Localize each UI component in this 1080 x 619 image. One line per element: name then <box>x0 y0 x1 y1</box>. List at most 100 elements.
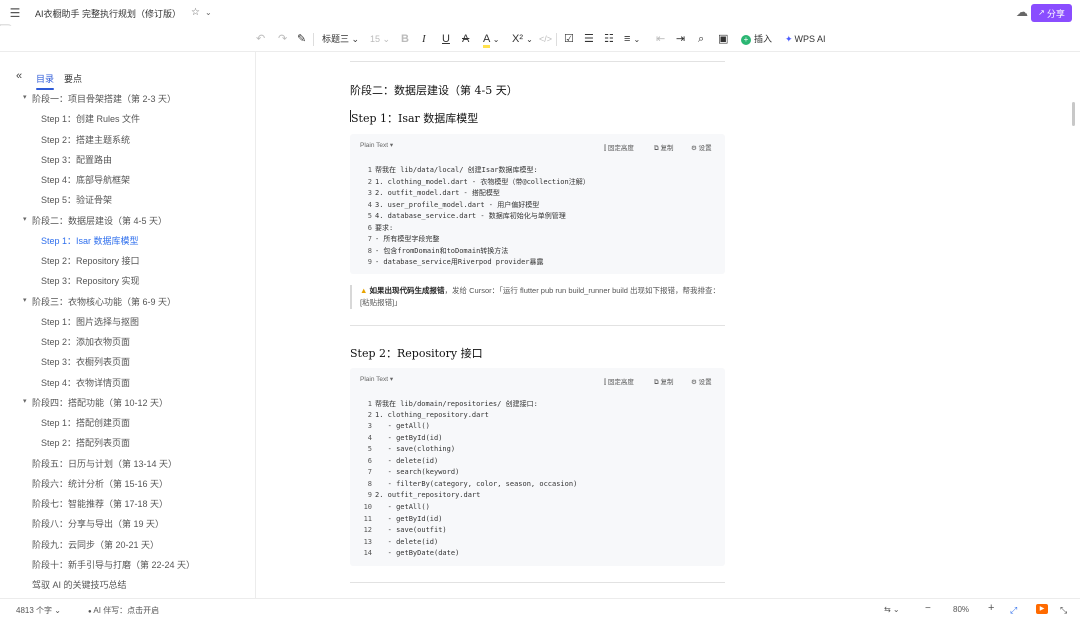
hamburger-icon[interactable]: ☰ <box>8 7 22 19</box>
zoom-in-icon[interactable]: + <box>988 602 994 614</box>
search-icon[interactable]: ⌕ <box>698 31 704 47</box>
line-number: 12 <box>363 526 372 535</box>
italic-icon[interactable]: I <box>422 31 426 47</box>
align-icon[interactable]: ≡ ⌄ <box>624 31 640 47</box>
toc-item[interactable]: Step 3：Repository 实现 <box>41 274 140 287</box>
heading-style-value: 标题三 <box>322 34 350 44</box>
toc-item[interactable]: Step 2：添加衣物页面 <box>41 335 130 348</box>
settings-button[interactable]: ⚙ 设置 <box>691 142 712 153</box>
format-painter-icon[interactable]: ✎ <box>297 31 306 47</box>
tab-key-points[interactable]: 要点 <box>64 72 82 85</box>
share-button[interactable]: ↗ 分享 <box>1031 4 1072 22</box>
warning-tip[interactable]: ▲ 如果出现代码生成报错，发给 Cursor：「运行 flutter pub r… <box>350 285 725 309</box>
code-text: 1. clothing_repository.dart <box>375 410 489 419</box>
collapse-sidebar-icon[interactable]: « <box>16 70 22 82</box>
toc-item[interactable]: Step 4：底部导航框架 <box>41 173 130 186</box>
undo-icon[interactable]: ↶ <box>256 31 265 47</box>
line-number: 8 <box>367 479 372 488</box>
view-mode-icon[interactable]: ⇆ ⌄ <box>884 605 900 614</box>
bold-icon[interactable]: B <box>401 31 409 47</box>
expand-caret-icon[interactable]: ▾ <box>23 397 27 405</box>
code-text: - database_service用Riverpod provider暴露 <box>375 258 544 266</box>
cloud-sync-icon[interactable]: ☁ <box>1016 6 1028 18</box>
superscript-icon[interactable]: X² ⌄ <box>512 31 533 47</box>
document-editor[interactable]: 阶段二：数据层建设（第 4-5 天） Step 1：Isar 数据库模型 Pla… <box>257 52 1080 598</box>
toc-item[interactable]: 驾驭 AI 的关键技巧总结 <box>32 578 127 591</box>
toc-item-label: 阶段二：数据层建设（第 4-5 天） <box>32 215 168 226</box>
strikethrough-icon[interactable]: A <box>462 31 469 47</box>
expand-caret-icon[interactable]: ▾ <box>23 296 27 304</box>
expand-caret-icon[interactable]: ▾ <box>23 215 27 223</box>
code-language-select[interactable]: Plain Text ▾ <box>360 376 393 384</box>
heading-stage-two[interactable]: 阶段二：数据层建设（第 4-5 天） <box>350 82 518 98</box>
zoom-level[interactable]: 80% <box>953 605 969 614</box>
toc-item[interactable]: 阶段七：智能推荐（第 17-18 天） <box>32 497 168 510</box>
fullscreen-icon[interactable]: ⤡ <box>1060 605 1067 616</box>
code-language-select[interactable]: Plain Text ▾ <box>360 142 393 150</box>
toc-item[interactable]: Step 1：图片选择与抠图 <box>41 315 139 328</box>
toc-item[interactable]: Step 1：Isar 数据库模型 <box>41 234 139 247</box>
copy-button[interactable]: ⧉ 复制 <box>654 376 673 387</box>
toc-item[interactable]: Step 3：配置路由 <box>41 153 112 166</box>
redo-icon[interactable]: ↷ <box>278 31 287 47</box>
fixed-height-button[interactable]: ⫿ 固定高度 <box>604 376 634 387</box>
heading-step-1[interactable]: Step 1：Isar 数据库模型 <box>351 110 478 126</box>
heading-step-2[interactable]: Step 2：Repository 接口 <box>350 345 483 361</box>
tab-toc[interactable]: 目录 <box>36 72 55 90</box>
divider <box>350 582 725 583</box>
plus-icon: + <box>741 34 751 45</box>
vertical-scrollbar[interactable] <box>1072 102 1075 126</box>
toc-item[interactable]: 阶段九：云同步（第 20-21 天） <box>32 538 159 551</box>
ai-writing-toggle[interactable]: ● AI 伴写：点击开启 <box>88 605 159 616</box>
underline-icon[interactable]: U <box>442 31 450 47</box>
warning-icon: ▲ <box>360 286 368 295</box>
toc-item[interactable]: Step 3：衣橱列表页面 <box>41 355 130 368</box>
toc-item[interactable]: ▾ 阶段一：项目骨架搭建（第 2-3 天） <box>23 92 176 105</box>
code-block[interactable]: Plain Text ▾ ⫿ 固定高度 ⧉ 复制 ⚙ 设置 1 帮我在 lib/d… <box>350 134 725 274</box>
toc-item[interactable]: Step 1：创建 Rules 文件 <box>41 112 140 125</box>
highlight-color-icon[interactable]: A ⌄ <box>483 31 500 48</box>
zoom-out-icon[interactable]: − <box>925 603 931 614</box>
toc-item[interactable]: 阶段十：新手引导与打磨（第 22-24 天） <box>32 558 195 571</box>
heading-style-select[interactable]: 标题三 ⌄ <box>322 31 359 47</box>
chevron-down-icon[interactable]: ⌄ <box>205 9 212 17</box>
fixed-height-button[interactable]: ⫿ 固定高度 <box>604 142 634 153</box>
word-count[interactable]: 4813 个字 ⌄ <box>16 605 61 616</box>
code-text: 要求: <box>375 223 394 232</box>
comment-icon[interactable]: ▣ <box>718 31 728 47</box>
font-size-select[interactable]: 15 ⌄ <box>370 31 390 47</box>
caret-down-icon: ▾ <box>389 376 394 383</box>
toc-item[interactable]: Step 4：衣物详情页面 <box>41 376 130 389</box>
wps-ai-button[interactable]: ✦ WPS AI <box>785 31 826 47</box>
numbered-list-icon[interactable]: ☰ <box>584 31 594 47</box>
copy-button[interactable]: ⧉ 复制 <box>654 142 673 153</box>
indent-icon[interactable]: ⇥ <box>676 31 685 47</box>
star-icon[interactable]: ☆ <box>191 8 200 18</box>
toc-item[interactable]: Step 1：搭配创建页面 <box>41 416 130 429</box>
outdent-icon[interactable]: ⇤ <box>656 31 665 47</box>
code-line: 8 - filterBy(category, color, season, oc… <box>358 479 578 488</box>
toc-item[interactable]: Step 2：Repository 接口 <box>41 254 140 267</box>
toc-item[interactable]: Step 5：验证骨架 <box>41 193 112 206</box>
settings-button[interactable]: ⚙ 设置 <box>691 376 712 387</box>
toc-item[interactable]: ▾ 阶段四：搭配功能（第 10-12 天） <box>23 396 168 409</box>
bullet-list-icon[interactable]: ☷ <box>604 31 614 47</box>
toc-item[interactable]: ▾ 阶段三：衣物核心功能（第 6-9 天） <box>23 295 176 308</box>
toc-item[interactable]: Step 2：搭建主题系统 <box>41 133 130 146</box>
toc-item[interactable]: 阶段五：日历与计划（第 13-14 天） <box>32 457 177 470</box>
toc-item[interactable]: 阶段六：统计分析（第 15-16 天） <box>32 477 168 490</box>
code-text: - save(outfit) <box>375 526 447 535</box>
code-text: - delete(id) <box>375 456 439 465</box>
code-inline-icon[interactable]: </> <box>539 31 552 47</box>
expand-caret-icon[interactable]: ▾ <box>23 93 27 101</box>
code-block[interactable]: Plain Text ▾ ⫿ 固定高度 ⧉ 复制 ⚙ 设置 1 帮我在 lib/d… <box>350 368 725 566</box>
toc-item-label: 阶段十：新手引导与打磨（第 22-24 天） <box>32 559 196 570</box>
fit-screen-icon[interactable]: ⤢ <box>1010 605 1017 616</box>
play-icon[interactable]: ▶ <box>1036 604 1048 614</box>
toc-item[interactable]: ▾ 阶段二：数据层建设（第 4-5 天） <box>23 214 168 227</box>
toc-item[interactable]: Step 2：搭配列表页面 <box>41 436 130 449</box>
document-title[interactable]: AI衣橱助手 完整执行规划（修订版） <box>35 7 181 20</box>
checkbox-list-icon[interactable]: ☑ <box>564 31 574 47</box>
toc-item[interactable]: 阶段八：分享与导出（第 19 天） <box>32 517 164 530</box>
insert-button[interactable]: + 插入 <box>741 31 772 47</box>
